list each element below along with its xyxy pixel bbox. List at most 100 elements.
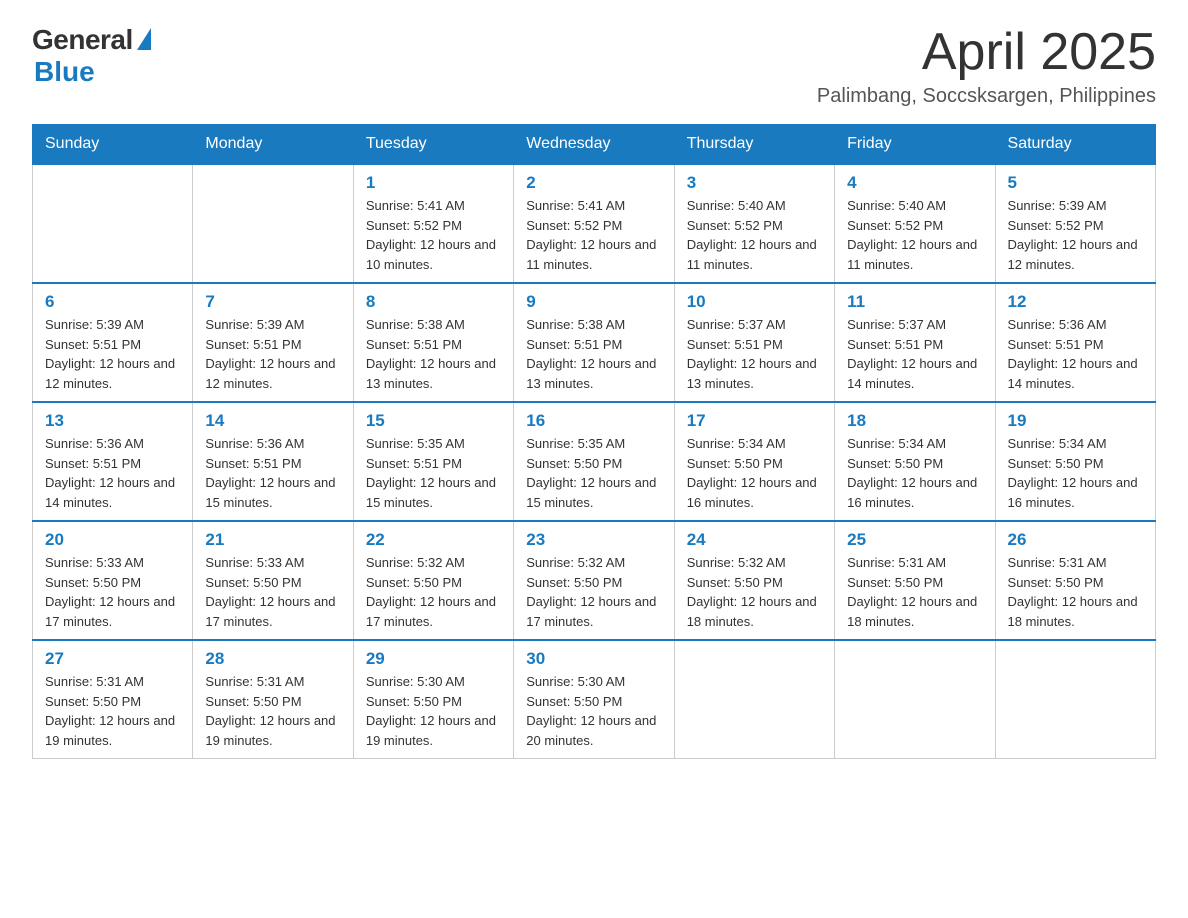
day-number: 30 (526, 649, 661, 669)
day-info: Sunrise: 5:30 AMSunset: 5:50 PMDaylight:… (366, 672, 501, 750)
day-number: 5 (1008, 173, 1143, 193)
day-info: Sunrise: 5:33 AMSunset: 5:50 PMDaylight:… (45, 553, 180, 631)
calendar-cell: 1Sunrise: 5:41 AMSunset: 5:52 PMDaylight… (353, 164, 513, 283)
calendar-cell: 11 Sunrise: 5:37 AMSunset: 5:51 PMDayligh… (835, 283, 995, 402)
day-info: Sunrise: 5:36 AMSunset: 5:51 PMDaylight:… (1008, 315, 1143, 393)
day-info: Sunrise: 5:32 AMSunset: 5:50 PMDaylight:… (526, 553, 661, 631)
header: General Blue April 2025 Palimbang, Soccs… (32, 24, 1156, 108)
day-info: Sunrise: 5:36 AMSunset: 5:51 PMDaylight:… (205, 434, 340, 512)
day-number: 9 (526, 292, 661, 312)
header-day-thursday: Thursday (674, 125, 834, 165)
calendar-cell (995, 640, 1155, 759)
day-number: 24 (687, 530, 822, 550)
calendar-cell: 9 Sunrise: 5:38 AMSunset: 5:51 PMDaylight… (514, 283, 674, 402)
calendar-cell: 23Sunrise: 5:32 AMSunset: 5:50 PMDayligh… (514, 521, 674, 640)
calendar-cell: 4Sunrise: 5:40 AMSunset: 5:52 PMDaylight… (835, 164, 995, 283)
day-info: Sunrise: 5:35 AMSunset: 5:50 PMDaylight:… (526, 434, 661, 512)
calendar-cell: 29 Sunrise: 5:30 AMSunset: 5:50 PMDayligh… (353, 640, 513, 759)
header-day-friday: Friday (835, 125, 995, 165)
calendar-cell: 28 Sunrise: 5:31 AMSunset: 5:50 PMDayligh… (193, 640, 353, 759)
week-row-2: 6 Sunrise: 5:39 AMSunset: 5:51 PMDaylight… (33, 283, 1156, 402)
day-info: Sunrise: 5:39 AMSunset: 5:51 PMDaylight:… (45, 315, 180, 393)
day-info: Sunrise: 5:34 AMSunset: 5:50 PMDaylight:… (687, 434, 822, 512)
header-day-monday: Monday (193, 125, 353, 165)
calendar-cell: 14 Sunrise: 5:36 AMSunset: 5:51 PMDayligh… (193, 402, 353, 521)
calendar-cell: 27 Sunrise: 5:31 AMSunset: 5:50 PMDayligh… (33, 640, 193, 759)
calendar-cell: 21Sunrise: 5:33 AMSunset: 5:50 PMDayligh… (193, 521, 353, 640)
day-info: Sunrise: 5:32 AMSunset: 5:50 PMDaylight:… (366, 553, 501, 631)
calendar-cell: 19 Sunrise: 5:34 AMSunset: 5:50 PMDayligh… (995, 402, 1155, 521)
calendar-cell: 3Sunrise: 5:40 AMSunset: 5:52 PMDaylight… (674, 164, 834, 283)
day-number: 20 (45, 530, 180, 550)
day-info: Sunrise: 5:31 AMSunset: 5:50 PMDaylight:… (847, 553, 982, 631)
calendar-cell: 26 Sunrise: 5:31 AMSunset: 5:50 PMDayligh… (995, 521, 1155, 640)
calendar-cell: 12 Sunrise: 5:36 AMSunset: 5:51 PMDayligh… (995, 283, 1155, 402)
day-number: 14 (205, 411, 340, 431)
calendar-table: SundayMondayTuesdayWednesdayThursdayFrid… (32, 124, 1156, 759)
day-number: 18 (847, 411, 982, 431)
day-info: Sunrise: 5:36 AMSunset: 5:51 PMDaylight:… (45, 434, 180, 512)
logo-blue-text: Blue (34, 56, 95, 88)
day-info: Sunrise: 5:30 AMSunset: 5:50 PMDaylight:… (526, 672, 661, 750)
day-info: Sunrise: 5:37 AMSunset: 5:51 PMDaylight:… (687, 315, 822, 393)
day-number: 11 (847, 292, 982, 312)
day-info: Sunrise: 5:33 AMSunset: 5:50 PMDaylight:… (205, 553, 340, 631)
calendar-cell: 20 Sunrise: 5:33 AMSunset: 5:50 PMDayligh… (33, 521, 193, 640)
calendar-cell: 24 Sunrise: 5:32 AMSunset: 5:50 PMDayligh… (674, 521, 834, 640)
calendar-cell: 30 Sunrise: 5:30 AMSunset: 5:50 PMDayligh… (514, 640, 674, 759)
calendar-cell (835, 640, 995, 759)
day-number: 15 (366, 411, 501, 431)
day-info: Sunrise: 5:38 AMSunset: 5:51 PMDaylight:… (366, 315, 501, 393)
day-number: 12 (1008, 292, 1143, 312)
day-number: 26 (1008, 530, 1143, 550)
day-number: 27 (45, 649, 180, 669)
calendar-cell (193, 164, 353, 283)
week-row-5: 27 Sunrise: 5:31 AMSunset: 5:50 PMDayligh… (33, 640, 1156, 759)
calendar-cell: 22 Sunrise: 5:32 AMSunset: 5:50 PMDayligh… (353, 521, 513, 640)
day-number: 6 (45, 292, 180, 312)
week-row-4: 20 Sunrise: 5:33 AMSunset: 5:50 PMDayligh… (33, 521, 1156, 640)
calendar-cell: 10 Sunrise: 5:37 AMSunset: 5:51 PMDayligh… (674, 283, 834, 402)
day-number: 3 (687, 173, 822, 193)
calendar-cell: 16 Sunrise: 5:35 AMSunset: 5:50 PMDayligh… (514, 402, 674, 521)
day-number: 7 (205, 292, 340, 312)
header-day-saturday: Saturday (995, 125, 1155, 165)
day-info: Sunrise: 5:32 AMSunset: 5:50 PMDaylight:… (687, 553, 822, 631)
calendar-cell: 18 Sunrise: 5:34 AMSunset: 5:50 PMDayligh… (835, 402, 995, 521)
logo-triangle-icon (137, 28, 151, 50)
day-info: Sunrise: 5:40 AMSunset: 5:52 PMDaylight:… (847, 196, 982, 274)
header-day-sunday: Sunday (33, 125, 193, 165)
day-number: 16 (526, 411, 661, 431)
day-info: Sunrise: 5:34 AMSunset: 5:50 PMDaylight:… (847, 434, 982, 512)
day-number: 10 (687, 292, 822, 312)
day-number: 17 (687, 411, 822, 431)
month-title: April 2025 (817, 24, 1156, 81)
calendar-cell: 6 Sunrise: 5:39 AMSunset: 5:51 PMDaylight… (33, 283, 193, 402)
day-info: Sunrise: 5:34 AMSunset: 5:50 PMDaylight:… (1008, 434, 1143, 512)
day-number: 13 (45, 411, 180, 431)
day-info: Sunrise: 5:39 AMSunset: 5:51 PMDaylight:… (205, 315, 340, 393)
header-row: SundayMondayTuesdayWednesdayThursdayFrid… (33, 125, 1156, 165)
calendar-cell: 8Sunrise: 5:38 AMSunset: 5:51 PMDaylight… (353, 283, 513, 402)
calendar-cell: 13 Sunrise: 5:36 AMSunset: 5:51 PMDayligh… (33, 402, 193, 521)
day-info: Sunrise: 5:31 AMSunset: 5:50 PMDaylight:… (205, 672, 340, 750)
day-info: Sunrise: 5:37 AMSunset: 5:51 PMDaylight:… (847, 315, 982, 393)
day-info: Sunrise: 5:38 AMSunset: 5:51 PMDaylight:… (526, 315, 661, 393)
day-info: Sunrise: 5:31 AMSunset: 5:50 PMDaylight:… (45, 672, 180, 750)
day-info: Sunrise: 5:31 AMSunset: 5:50 PMDaylight:… (1008, 553, 1143, 631)
day-number: 19 (1008, 411, 1143, 431)
calendar-cell: 5Sunrise: 5:39 AMSunset: 5:52 PMDaylight… (995, 164, 1155, 283)
day-number: 1 (366, 173, 501, 193)
header-day-wednesday: Wednesday (514, 125, 674, 165)
day-number: 22 (366, 530, 501, 550)
header-day-tuesday: Tuesday (353, 125, 513, 165)
calendar-cell: 15Sunrise: 5:35 AMSunset: 5:51 PMDayligh… (353, 402, 513, 521)
title-section: April 2025 Palimbang, Soccsksargen, Phil… (817, 24, 1156, 108)
day-number: 28 (205, 649, 340, 669)
day-number: 29 (366, 649, 501, 669)
calendar-cell (674, 640, 834, 759)
calendar-cell (33, 164, 193, 283)
calendar-header: SundayMondayTuesdayWednesdayThursdayFrid… (33, 125, 1156, 165)
day-info: Sunrise: 5:41 AMSunset: 5:52 PMDaylight:… (526, 196, 661, 274)
day-number: 25 (847, 530, 982, 550)
